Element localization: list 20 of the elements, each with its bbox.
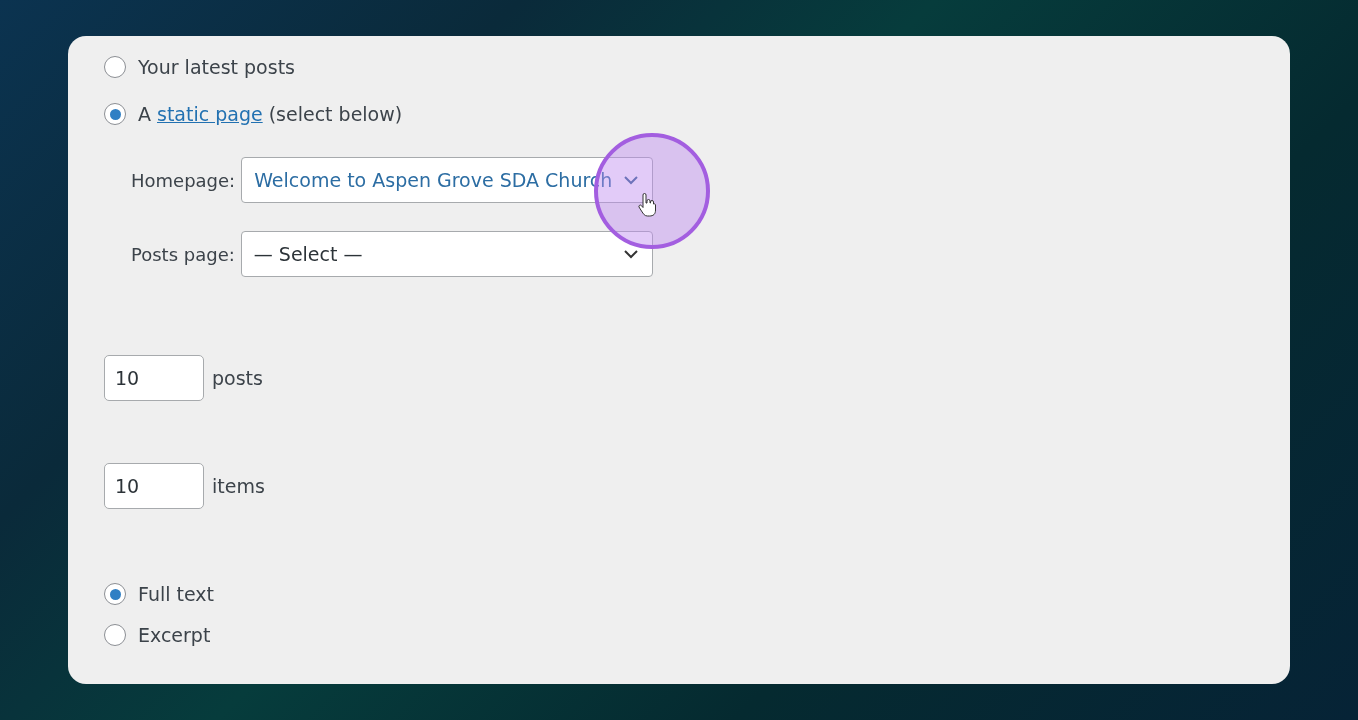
static-page-link[interactable]: static page [157,103,263,125]
radio-button[interactable] [104,103,126,125]
field-label: Posts page: [131,243,235,265]
page-dropdown[interactable]: — Select — [240,231,653,277]
radio-button[interactable] [104,56,126,78]
radio-button[interactable] [104,583,126,605]
unit-label: posts [212,367,263,389]
hand-cursor-icon [638,193,656,217]
option-label: Your latest posts [138,56,295,78]
number-field[interactable]: 10 [104,463,204,509]
number-field[interactable]: 10 [104,355,204,401]
option-label: Excerpt [138,624,211,646]
unit-label: items [212,475,265,497]
option-label: (select below) [268,103,403,125]
chevron-down-icon [624,175,639,185]
field-label: Homepage: [131,169,236,191]
radio-button[interactable] [104,624,126,646]
chevron-down-icon [623,249,638,259]
option-label: A [138,103,151,125]
option-label: Full text [138,583,215,605]
